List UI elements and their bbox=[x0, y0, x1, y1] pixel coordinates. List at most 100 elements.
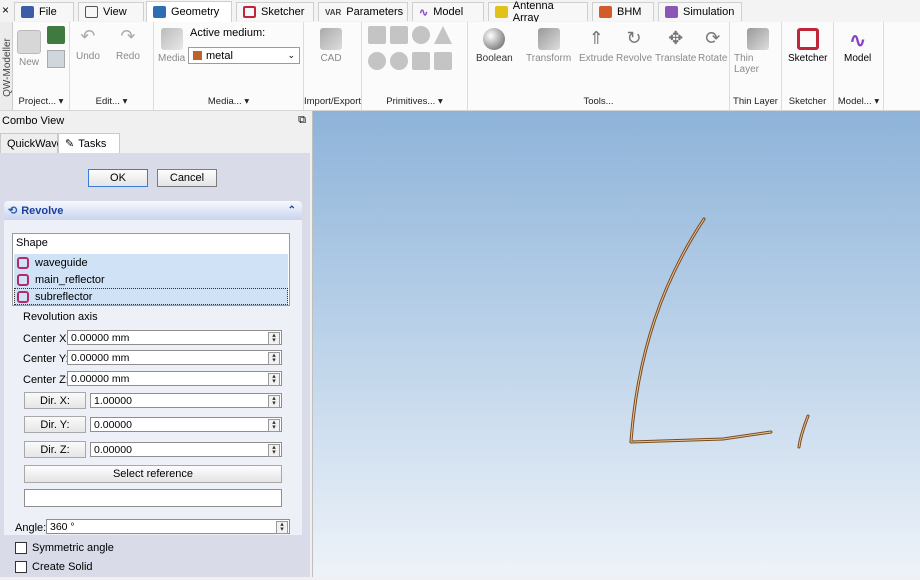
model-wave-icon: ∿ bbox=[419, 6, 429, 19]
rotate-icon: ⟳ bbox=[705, 28, 721, 48]
main-reflector-curve[interactable] bbox=[629, 217, 706, 443]
thin-layer-icon bbox=[746, 28, 769, 50]
revolve-button[interactable]: ↻ Revolve bbox=[616, 28, 652, 64]
chevron-down-icon: ⌄ bbox=[287, 50, 295, 60]
group-primitives-label[interactable]: Primitives... ▾ bbox=[362, 96, 467, 107]
combo-view-panel: Combo View ⧉ QuickWave ✎ Tasks OK Cancel… bbox=[0, 111, 313, 577]
list-item[interactable]: waveguide bbox=[14, 254, 288, 271]
spin-arrows-icon[interactable]: ▴ ▾ bbox=[268, 444, 280, 457]
spin-arrows-icon[interactable]: ▴ ▾ bbox=[268, 419, 280, 432]
metal-icon bbox=[193, 51, 202, 60]
dir-z-input[interactable]: 0.00000 ▴ ▾ bbox=[90, 442, 282, 457]
new-file-icon bbox=[17, 30, 41, 54]
active-medium-label: Active medium: bbox=[190, 27, 266, 39]
float-window-icon[interactable]: ⧉ bbox=[298, 114, 306, 127]
tab-quickwave[interactable]: QuickWave bbox=[0, 133, 63, 153]
undo-button[interactable]: ↶ Undo bbox=[76, 26, 100, 62]
group-media: Media Active medium: metal ⌄ Media... ▾ bbox=[154, 22, 304, 110]
active-medium-select[interactable]: metal ⌄ bbox=[188, 47, 300, 64]
sketch-shape-icon bbox=[17, 290, 29, 303]
group-import-export-label: Import/Export bbox=[304, 96, 362, 107]
thin-layer-button[interactable]: Thin Layer bbox=[734, 28, 781, 75]
reference-field[interactable] bbox=[24, 489, 282, 507]
spin-arrows-icon[interactable]: ▴ ▾ bbox=[268, 332, 280, 345]
save-icon[interactable] bbox=[47, 26, 65, 44]
model-wave-icon: ∿ bbox=[849, 30, 866, 52]
redo-button[interactable]: ↷ Redo bbox=[116, 26, 140, 62]
var-icon: VAR bbox=[325, 7, 342, 17]
extrude-button[interactable]: ⇑ Extrude bbox=[579, 28, 613, 64]
center-x-input[interactable]: 0.00000 mm ▴ ▾ bbox=[67, 330, 282, 345]
close-icon[interactable]: × bbox=[2, 3, 9, 17]
prism-primitive-icon[interactable] bbox=[412, 52, 430, 70]
spin-arrows-icon[interactable]: ▴ ▾ bbox=[268, 373, 280, 386]
ok-button[interactable]: OK bbox=[88, 169, 148, 187]
group-primitives: Primitives... ▾ bbox=[362, 22, 468, 110]
shape-list-header: Shape bbox=[16, 237, 48, 249]
revolve-panel-header[interactable]: ⟲ Revolve ⌃ bbox=[4, 201, 302, 220]
group-model-label[interactable]: Model... ▾ bbox=[834, 96, 883, 107]
group-thin-layer-label: Thin Layer bbox=[733, 96, 778, 107]
spin-arrows-icon[interactable]: ▴ ▾ bbox=[268, 352, 280, 365]
list-item[interactable]: subreflector bbox=[14, 288, 288, 305]
angle-input[interactable]: 360 ° ▴ ▾ bbox=[46, 519, 290, 534]
wedge-primitive-icon[interactable] bbox=[434, 52, 452, 70]
tab-model[interactable]: ∿ Model bbox=[412, 2, 484, 21]
center-x-label: Center X: bbox=[23, 333, 70, 345]
transform-button[interactable]: Transform bbox=[526, 28, 571, 64]
redo-icon: ↷ bbox=[120, 26, 136, 46]
dir-x-input[interactable]: 1.00000 ▴ ▾ bbox=[90, 393, 282, 408]
revolution-axis-label: Revolution axis bbox=[23, 311, 98, 323]
translate-button[interactable]: ✥ Translate bbox=[655, 28, 696, 64]
center-z-input[interactable]: 0.00000 mm ▴ ▾ bbox=[67, 371, 282, 386]
group-media-label[interactable]: Media... ▾ bbox=[154, 96, 303, 107]
tab-antenna-array[interactable]: Antenna Array bbox=[488, 0, 588, 24]
tab-geometry[interactable]: Geometry bbox=[146, 1, 232, 22]
dir-y-button[interactable]: Dir. Y: bbox=[24, 416, 86, 433]
create-solid-checkbox[interactable]: Create Solid bbox=[15, 561, 93, 573]
group-project-label[interactable]: Project... ▾ bbox=[13, 96, 69, 107]
cancel-button[interactable]: Cancel bbox=[157, 169, 217, 187]
media-button[interactable]: Media bbox=[158, 28, 185, 64]
boolean-button[interactable]: Boolean bbox=[476, 28, 513, 64]
spin-arrows-icon[interactable]: ▴ ▾ bbox=[276, 521, 288, 534]
revolve-icon: ↻ bbox=[626, 28, 642, 48]
model-button[interactable]: ∿ Model bbox=[844, 28, 871, 64]
dir-x-button[interactable]: Dir. X: bbox=[24, 392, 86, 409]
rotate-button[interactable]: ⟳ Rotate bbox=[698, 28, 727, 64]
tab-bhm[interactable]: BHM bbox=[592, 2, 654, 21]
dir-y-input[interactable]: 0.00000 ▴ ▾ bbox=[90, 417, 282, 432]
group-thin-layer: Thin Layer Thin Layer bbox=[730, 22, 782, 110]
waveguide-line[interactable] bbox=[629, 430, 773, 444]
collapse-icon[interactable]: ⌃ bbox=[288, 205, 296, 216]
spin-arrows-icon[interactable]: ▴ ▾ bbox=[268, 395, 280, 408]
3d-viewport[interactable] bbox=[313, 111, 920, 577]
cube-outline-icon bbox=[85, 6, 98, 18]
cylinder-primitive-icon[interactable] bbox=[390, 26, 408, 44]
list-item[interactable]: main_reflector bbox=[14, 271, 288, 288]
tab-view[interactable]: View bbox=[78, 2, 144, 21]
tab-file[interactable]: File bbox=[14, 2, 74, 21]
ribbon-tab-bar: × File View Geometry Sketcher VAR Parame… bbox=[0, 0, 920, 24]
select-reference-button[interactable]: Select reference bbox=[24, 465, 282, 483]
box-primitive-icon[interactable] bbox=[368, 26, 386, 44]
new-button[interactable]: New bbox=[17, 30, 41, 68]
tab-sketcher[interactable]: Sketcher bbox=[236, 2, 314, 21]
open-icon[interactable] bbox=[47, 50, 65, 68]
symmetric-angle-checkbox[interactable]: Symmetric angle bbox=[15, 542, 114, 554]
shape-list[interactable]: Shape waveguide main_reflector subreflec… bbox=[12, 233, 290, 306]
dir-z-button[interactable]: Dir. Z: bbox=[24, 441, 86, 458]
cone-primitive-icon[interactable] bbox=[434, 26, 452, 44]
tab-simulation[interactable]: Simulation bbox=[658, 2, 742, 21]
sphere-primitive-icon[interactable] bbox=[412, 26, 430, 44]
cad-button[interactable]: CAD bbox=[320, 28, 342, 64]
viewport-canvas[interactable] bbox=[313, 111, 920, 577]
center-y-input[interactable]: 0.00000 mm ▴ ▾ bbox=[67, 350, 282, 365]
tab-tasks[interactable]: ✎ Tasks bbox=[58, 133, 120, 153]
ellipsoid-primitive-icon[interactable] bbox=[390, 52, 408, 70]
group-edit-label[interactable]: Edit... ▾ bbox=[70, 96, 153, 107]
sketcher-button[interactable]: Sketcher bbox=[788, 28, 827, 64]
tab-parameters[interactable]: VAR Parameters bbox=[318, 2, 408, 21]
vertical-app-label: QW-Modeller bbox=[1, 38, 13, 97]
torus-primitive-icon[interactable] bbox=[368, 52, 386, 70]
